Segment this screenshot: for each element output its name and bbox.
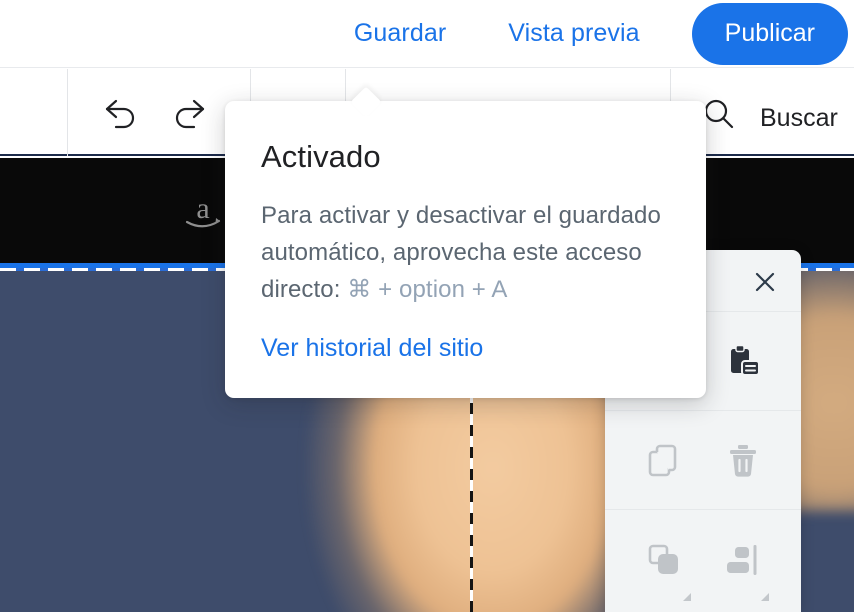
paste-button[interactable] bbox=[715, 334, 771, 390]
preview-button[interactable]: Vista previa bbox=[508, 19, 639, 48]
delete-button[interactable] bbox=[715, 433, 771, 489]
redo-arrow-icon bbox=[175, 99, 205, 129]
align-button[interactable] bbox=[715, 532, 771, 588]
popover-title: Activado bbox=[261, 139, 381, 174]
redo-button[interactable] bbox=[166, 94, 210, 134]
undo-arrow-icon bbox=[105, 99, 135, 129]
context-toolbar-row-edit bbox=[605, 411, 801, 510]
site-history-link[interactable]: Ver historial del sitio bbox=[261, 334, 483, 363]
amazon-logo-icon: a bbox=[185, 192, 221, 228]
top-action-bar: Guardar Vista previa Publicar bbox=[0, 0, 854, 68]
arrange-dropdown-caret-icon[interactable] bbox=[683, 593, 691, 601]
paste-icon bbox=[731, 344, 760, 376]
autosave-popover: Activado Para activar y desactivar el gu… bbox=[225, 86, 706, 398]
align-right-icon bbox=[727, 545, 757, 575]
search-label[interactable]: Buscar bbox=[760, 104, 838, 133]
svg-text:a: a bbox=[196, 192, 209, 225]
popover-body: Para activar y desactivar el guardado au… bbox=[261, 197, 670, 308]
context-toolbar-row-arrange bbox=[605, 510, 801, 610]
undo-button[interactable] bbox=[100, 94, 144, 134]
align-dropdown-caret-icon[interactable] bbox=[761, 593, 769, 601]
toolbar-separator bbox=[67, 69, 68, 156]
save-button[interactable]: Guardar bbox=[354, 19, 446, 48]
arrange-button[interactable] bbox=[637, 532, 693, 588]
arrange-layers-icon bbox=[648, 544, 678, 574]
close-button[interactable] bbox=[753, 270, 777, 294]
search-icon bbox=[704, 99, 734, 129]
copy-button[interactable] bbox=[637, 433, 693, 489]
app-root: Guardar Vista previa Publicar Buscar a A… bbox=[0, 0, 854, 612]
copy-icon bbox=[648, 444, 677, 477]
close-icon bbox=[755, 272, 775, 292]
publish-button[interactable]: Publicar bbox=[691, 2, 848, 65]
trash-icon bbox=[730, 445, 756, 477]
popover-shortcut: ⌘ + option + A bbox=[347, 276, 508, 304]
